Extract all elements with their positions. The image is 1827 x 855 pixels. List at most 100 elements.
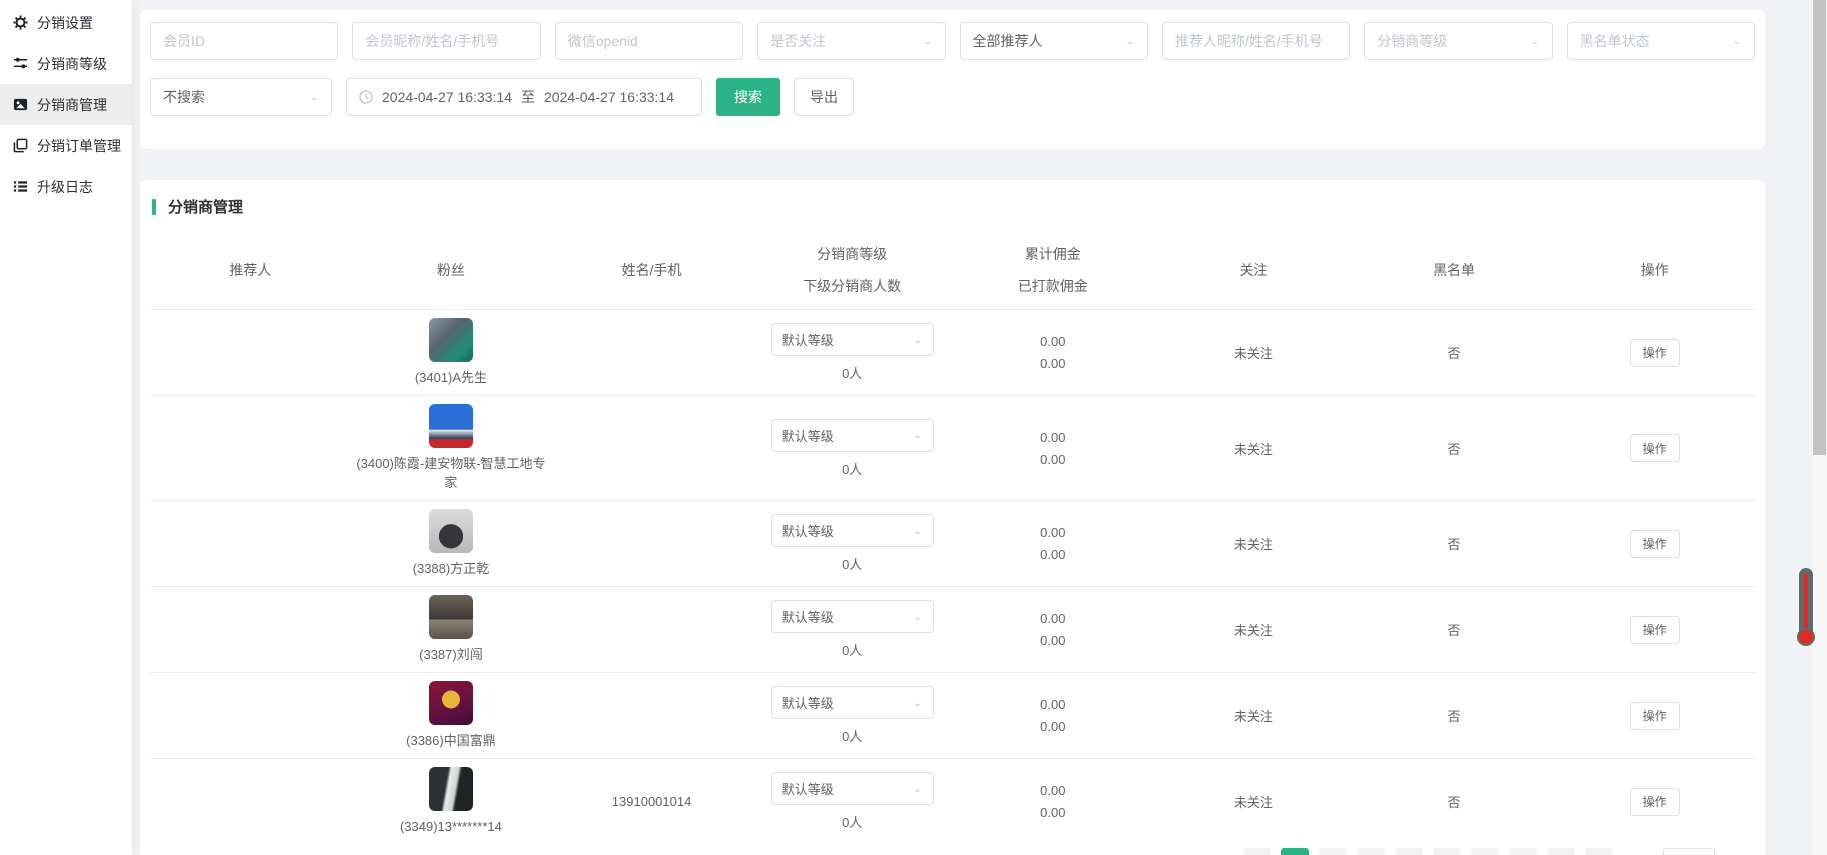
clock-icon xyxy=(359,90,373,104)
row-action-button[interactable]: 操作 xyxy=(1630,616,1680,644)
date-start: 2024-04-27 16:33:14 xyxy=(382,89,512,105)
search-mode-select[interactable]: 不搜索 ⌄ xyxy=(150,78,332,116)
referrer-search-input[interactable] xyxy=(1162,22,1350,60)
commission-total: 0.00 xyxy=(953,611,1154,626)
sidebar-item-distributor-levels[interactable]: 分销商等级 xyxy=(0,43,132,84)
level-select[interactable]: 默认等级⌄ xyxy=(771,772,934,805)
col-referrer: 推荐人 xyxy=(150,260,351,280)
date-range-picker[interactable]: 2024-04-27 16:33:14 至 2024-04-27 16:33:1… xyxy=(346,78,702,116)
row-action-button[interactable]: 操作 xyxy=(1630,702,1680,730)
level-select[interactable]: 默认等级⌄ xyxy=(771,419,934,452)
commission-paid: 0.00 xyxy=(953,356,1154,371)
sub-distributor-count: 0人 xyxy=(752,726,953,745)
avatar xyxy=(429,681,473,725)
pagination-page[interactable] xyxy=(1585,848,1613,855)
export-button[interactable]: 导出 xyxy=(794,78,854,116)
avatar xyxy=(429,404,473,448)
blacklist-status-select[interactable]: 黑名单状态 ⌄ xyxy=(1567,22,1755,60)
sidebar: 分销设置 分销商等级 分销商管理 分销订单管理 升级日志 xyxy=(0,0,132,855)
commission-paid: 0.00 xyxy=(953,719,1154,734)
commission-paid: 0.00 xyxy=(953,452,1154,467)
search-button[interactable]: 搜索 xyxy=(716,78,780,116)
chevron-down-icon: ⌄ xyxy=(309,91,319,102)
sidebar-item-label: 升级日志 xyxy=(37,177,93,197)
col-blacklist: 黑名单 xyxy=(1354,260,1555,280)
sidebar-item-label: 分销商等级 xyxy=(37,54,107,74)
fan-name: (3386)中国富鼎 xyxy=(351,731,551,750)
wechat-openid-input[interactable] xyxy=(555,22,743,60)
row-action-button[interactable]: 操作 xyxy=(1630,339,1680,367)
row-action-button[interactable]: 操作 xyxy=(1630,530,1680,558)
level-select[interactable]: 默认等级⌄ xyxy=(771,323,934,356)
scrollbar-thumb[interactable] xyxy=(1813,0,1826,455)
sidebar-item-label: 分销商管理 xyxy=(37,95,107,115)
sidebar-item-upgrade-log[interactable]: 升级日志 xyxy=(0,166,132,207)
blacklist-value: 否 xyxy=(1354,620,1555,639)
table-row: 总店 (3401)A先生 默认等级⌄ 0人 0.000.00 未关注 否 操作 xyxy=(150,309,1755,395)
pagination-prev-button[interactable] xyxy=(1243,848,1271,855)
chevron-down-icon: ⌄ xyxy=(1125,35,1135,46)
sidebar-item-distributor-management[interactable]: 分销商管理 xyxy=(0,84,132,125)
pagination xyxy=(1243,848,1715,855)
referrer-badge: 总店 xyxy=(230,620,270,640)
follow-status: 未关注 xyxy=(1153,439,1354,458)
page-title: 分销商管理 xyxy=(168,196,243,217)
blacklist-value: 否 xyxy=(1354,706,1555,725)
fan-name: (3349)13*******14 xyxy=(351,817,551,836)
follow-status-select[interactable]: 是否关注 ⌄ xyxy=(757,22,945,60)
thermometer-icon xyxy=(1795,568,1817,650)
pagination-size-select[interactable] xyxy=(1663,848,1715,855)
blacklist-value: 否 xyxy=(1354,534,1555,553)
referrer-badge: 总店 xyxy=(230,792,270,812)
chevron-down-icon: ⌄ xyxy=(913,783,923,794)
commission-paid: 0.00 xyxy=(953,805,1154,820)
commission-paid: 0.00 xyxy=(953,633,1154,648)
fan-name: (3400)陈霞-建安物联-智慧工地专家 xyxy=(351,454,551,492)
member-nickname-input[interactable] xyxy=(352,22,540,60)
row-action-button[interactable]: 操作 xyxy=(1630,788,1680,816)
avatar xyxy=(429,318,473,362)
fan-name: (3387)刘闯 xyxy=(351,645,551,664)
sidebar-item-distribution-settings[interactable]: 分销设置 xyxy=(0,2,132,43)
referrer-badge: 总店 xyxy=(230,343,270,363)
pagination-page[interactable] xyxy=(1433,848,1461,855)
commission-total: 0.00 xyxy=(953,783,1154,798)
sidebar-item-label: 分销订单管理 xyxy=(37,136,121,156)
pagination-page[interactable] xyxy=(1471,848,1499,855)
blacklist-value: 否 xyxy=(1354,343,1555,362)
sub-distributor-count: 0人 xyxy=(752,363,953,382)
chevron-down-icon: ⌄ xyxy=(913,697,923,708)
pagination-page[interactable] xyxy=(1395,848,1423,855)
col-action: 操作 xyxy=(1554,260,1755,280)
col-follow: 关注 xyxy=(1153,260,1354,280)
pagination-page-active[interactable] xyxy=(1281,848,1309,855)
blacklist-value: 否 xyxy=(1354,439,1555,458)
sliders-icon xyxy=(13,56,28,71)
chevron-down-icon: ⌄ xyxy=(1732,35,1742,46)
avatar xyxy=(429,767,473,811)
member-id-input[interactable] xyxy=(150,22,338,60)
distributor-level-select[interactable]: 分销商等级 ⌄ xyxy=(1364,22,1552,60)
pagination-page[interactable] xyxy=(1319,848,1347,855)
pagination-page[interactable] xyxy=(1547,848,1575,855)
referrer-badge: 总店 xyxy=(230,534,270,554)
table-header: 推荐人 粉丝 姓名/手机 分销商等级下级分销商人数 累计佣金已打款佣金 关注 黑… xyxy=(150,231,1755,309)
fan-name: (3401)A先生 xyxy=(351,368,551,387)
chevron-down-icon: ⌄ xyxy=(1530,35,1540,46)
follow-status: 未关注 xyxy=(1153,343,1354,362)
sidebar-item-distribution-orders[interactable]: 分销订单管理 xyxy=(0,125,132,166)
commission-paid: 0.00 xyxy=(953,547,1154,562)
pagination-page[interactable] xyxy=(1357,848,1385,855)
chevron-down-icon: ⌄ xyxy=(913,334,923,345)
level-select[interactable]: 默认等级⌄ xyxy=(771,514,934,547)
referrer-badge: 总店 xyxy=(230,706,270,726)
commission-total: 0.00 xyxy=(953,525,1154,540)
level-select[interactable]: 默认等级⌄ xyxy=(771,686,934,719)
pagination-page[interactable] xyxy=(1509,848,1537,855)
date-end: 2024-04-27 16:33:14 xyxy=(544,89,674,105)
fan-name: (3388)方正乾 xyxy=(351,559,551,578)
row-action-button[interactable]: 操作 xyxy=(1630,434,1680,462)
referrer-select[interactable]: 全部推荐人 ⌄ xyxy=(960,22,1148,60)
level-select[interactable]: 默认等级⌄ xyxy=(771,600,934,633)
follow-status: 未关注 xyxy=(1153,620,1354,639)
